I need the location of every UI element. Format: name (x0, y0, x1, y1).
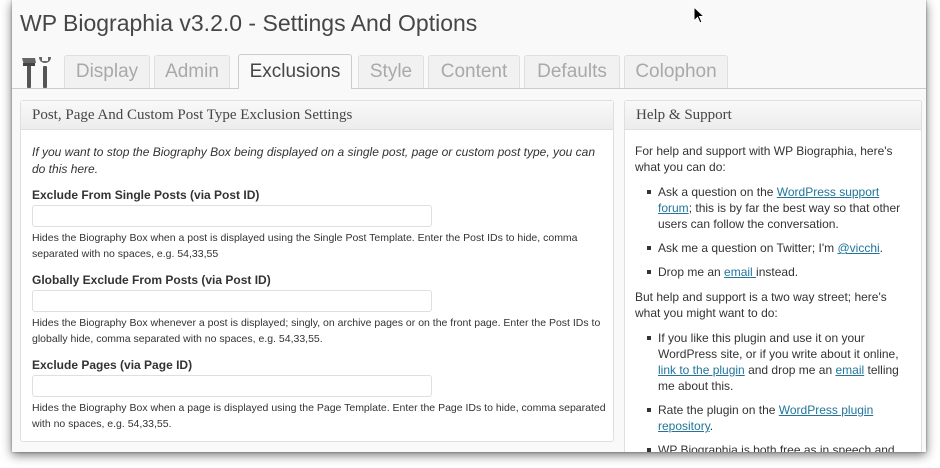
exclusion-intro-text: If you want to stop the Biography Box be… (32, 145, 596, 176)
help-support-title: Help & Support (625, 101, 921, 130)
exclude-single-posts-description: Hides the Biography Box when a post is d… (32, 232, 578, 260)
help-support-body: For help and support with WP Biographia,… (625, 130, 921, 452)
list-item: Ask a question on the WordPress support … (647, 184, 911, 232)
tab-admin[interactable]: Admin (154, 55, 230, 88)
tab-defaults[interactable]: Defaults (524, 55, 620, 88)
exclude-pages-input[interactable] (32, 375, 432, 397)
tab-colophon[interactable]: Colophon (624, 55, 728, 88)
exclude-global-posts-description: Hides the Biography Box whenever a post … (32, 317, 601, 345)
email-link[interactable]: email (724, 265, 756, 279)
tab-content[interactable]: Content (428, 55, 520, 88)
support-options-list: Ask a question on the WordPress support … (635, 184, 911, 280)
tools-icon (22, 57, 51, 88)
tabs-baseline (12, 88, 926, 89)
support-middle-text: But help and support is a two way street… (635, 290, 887, 320)
email-link-2[interactable]: email (835, 363, 864, 377)
exclude-single-posts-label: Exclude From Single Posts (via Post ID) (32, 188, 260, 202)
exclude-pages-description: Hides the Biography Box when a page is d… (32, 402, 606, 430)
list-item: WP Biographia is both free as in speech … (647, 442, 911, 452)
exclude-global-posts-input[interactable] (32, 290, 432, 312)
settings-window: WP Biographia v3.2.0 - Settings And Opti… (12, 0, 926, 452)
twitter-link[interactable]: @vicchi (837, 241, 879, 255)
exclude-single-posts-input[interactable] (32, 205, 432, 227)
exclude-pages-label: Exclude Pages (via Page ID) (32, 358, 193, 372)
help-support-panel: Help & Support For help and support with… (624, 100, 922, 452)
list-item: Ask me a question on Twitter; I'm @vicch… (647, 240, 911, 256)
exclude-global-posts-label: Globally Exclude From Posts (via Post ID… (32, 273, 271, 287)
list-item: Drop me an email instead. (647, 264, 911, 280)
link-to-plugin-link[interactable]: link to the plugin (658, 363, 745, 377)
mouse-pointer-icon (693, 6, 705, 24)
exclusion-settings-panel: Post, Page And Custom Post Type Exclusio… (20, 100, 614, 442)
tab-display[interactable]: Display (64, 55, 150, 88)
list-item: Rate the plugin on the WordPress plugin … (647, 402, 911, 434)
tab-style[interactable]: Style (358, 55, 424, 88)
support-intro-text: For help and support with WP Biographia,… (635, 144, 893, 174)
exclusion-settings-title: Post, Page And Custom Post Type Exclusio… (21, 101, 613, 130)
support-contribute-list: If you like this plugin and use it on yo… (635, 330, 911, 452)
page-title: WP Biographia v3.2.0 - Settings And Opti… (20, 10, 478, 36)
list-item: If you like this plugin and use it on yo… (647, 330, 911, 394)
tab-exclusions[interactable]: Exclusions (238, 54, 352, 89)
